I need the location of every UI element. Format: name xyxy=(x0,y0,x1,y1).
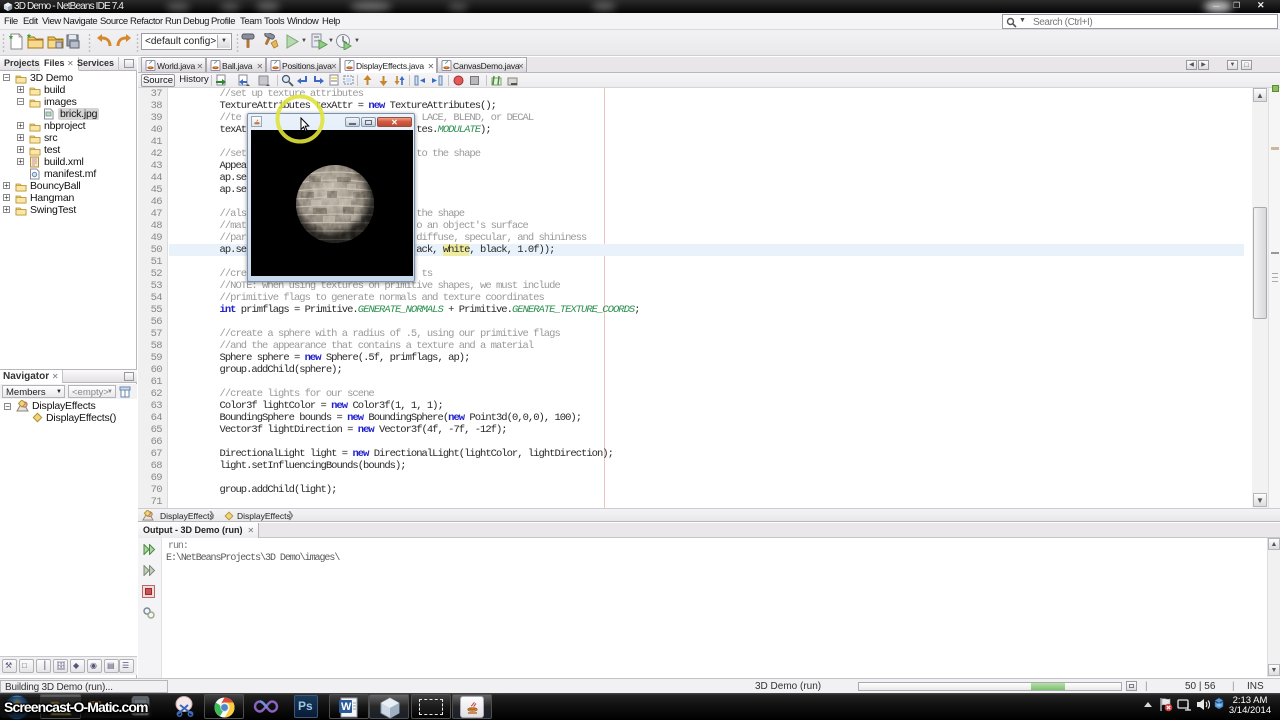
svg-text:*: * xyxy=(27,33,31,44)
svg-text:*: * xyxy=(9,34,13,45)
